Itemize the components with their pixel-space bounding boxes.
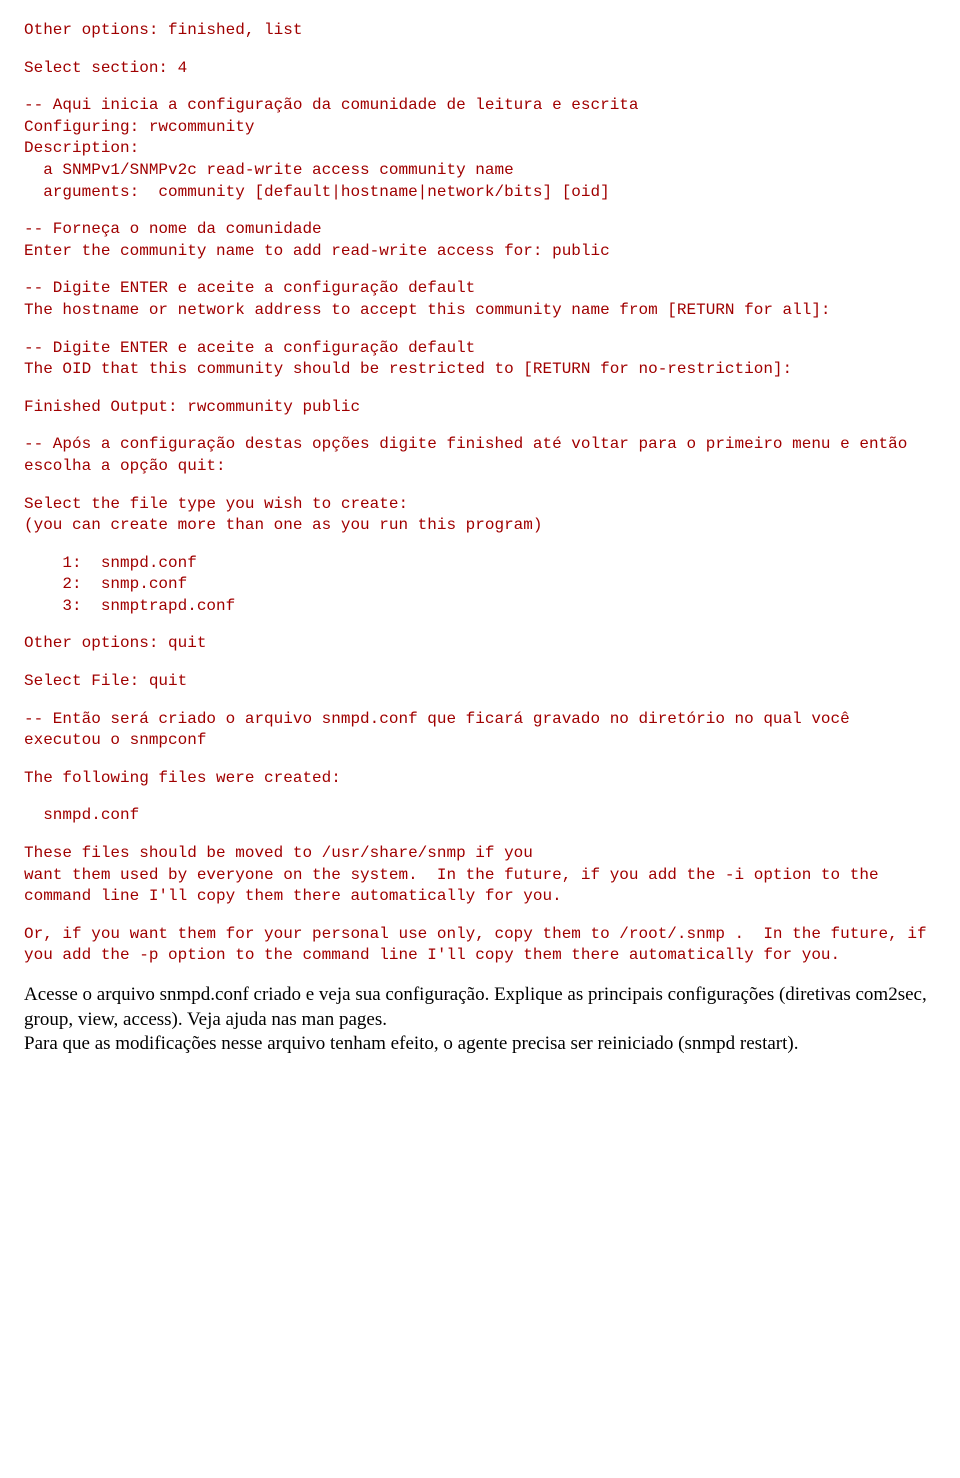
term-line: Finished Output: rwcommunity public <box>24 397 936 419</box>
comment-line: -- Digite ENTER e aceite a configuração … <box>24 278 936 300</box>
term-line: The OID that this community should be re… <box>24 359 936 381</box>
doc-paragraph: Para que as modificações nesse arquivo t… <box>24 1032 936 1057</box>
term-paragraph: Or, if you want them for your personal u… <box>24 924 936 967</box>
term-line: Description: <box>24 138 936 160</box>
term-line: Select File: quit <box>24 671 936 693</box>
term-line: Enter the community name to add read-wri… <box>24 241 936 263</box>
term-line: Select the file type you wish to create: <box>24 494 936 516</box>
comment-line: -- Então será criado o arquivo snmpd.con… <box>24 709 936 752</box>
comment-line: -- Digite ENTER e aceite a configuração … <box>24 338 936 360</box>
term-paragraph: These files should be moved to /usr/shar… <box>24 843 936 908</box>
term-line: Select section: 4 <box>24 58 936 80</box>
menu-option: 1: snmpd.conf <box>24 553 936 575</box>
term-line: The following files were created: <box>24 768 936 790</box>
term-line: arguments: community [default|hostname|n… <box>24 182 936 204</box>
term-line: The hostname or network address to accep… <box>24 300 936 322</box>
menu-option: 3: snmptrapd.conf <box>24 596 936 618</box>
term-line: Other options: quit <box>24 633 936 655</box>
menu-option: 2: snmp.conf <box>24 574 936 596</box>
doc-paragraph: Acesse o arquivo snmpd.conf criado e vej… <box>24 983 936 1032</box>
comment-line: -- Após a configuração destas opções dig… <box>24 434 936 477</box>
term-line: (you can create more than one as you run… <box>24 515 936 537</box>
term-line: snmpd.conf <box>24 805 936 827</box>
term-line: Other options: finished, list <box>24 20 936 42</box>
comment-line: -- Aqui inicia a configuração da comunid… <box>24 95 936 117</box>
comment-line: -- Forneça o nome da comunidade <box>24 219 936 241</box>
term-line: a SNMPv1/SNMPv2c read-write access commu… <box>24 160 936 182</box>
term-line: Configuring: rwcommunity <box>24 117 936 139</box>
